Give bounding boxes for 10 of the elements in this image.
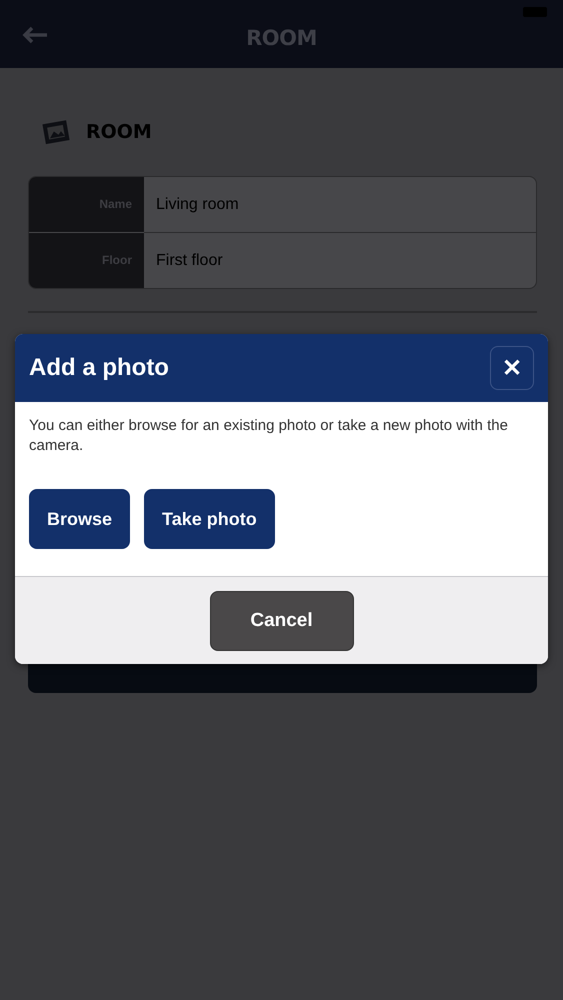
close-button[interactable]: ✕	[490, 346, 534, 390]
back-arrow-icon[interactable]	[22, 26, 48, 44]
field-value: First floor	[155, 251, 224, 271]
action-button[interactable]: Browse	[29, 489, 130, 549]
dialog-message: You can either browse for an existing photo or take a new photo with the camera.	[28, 416, 509, 456]
dialog-title: Add a photo	[29, 354, 169, 382]
action-button[interactable]: Take photo	[144, 489, 275, 549]
field-value: Living room	[144, 177, 536, 233]
section-title: ROOM	[86, 121, 152, 143]
cancel-button[interactable]: Cancel	[210, 590, 354, 650]
